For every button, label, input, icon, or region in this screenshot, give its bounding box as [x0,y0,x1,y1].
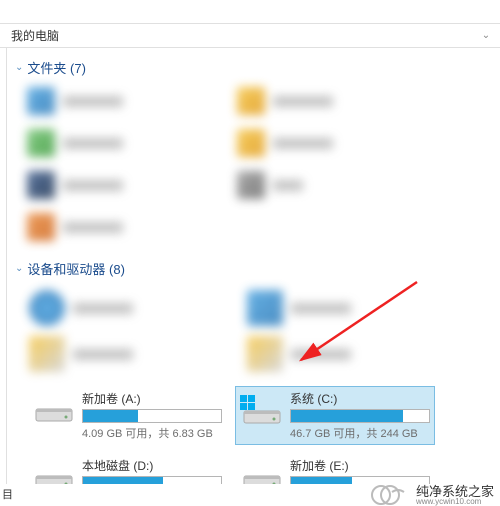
folders-grid [7,83,500,253]
drive-icon [32,390,76,430]
drive-name: 新加卷 (A:) [82,390,222,407]
main-content: ⌄ 文件夹 (7) ⌄ 设备和驱动器 (8) [6,48,500,484]
drive-icon [240,390,284,430]
watermark-logo-icon [370,484,410,506]
devices-grid: 新加卷 (A:) 4.09 GB 可用，共 6.83 GB [7,284,500,484]
section-folders-title: 文件夹 (7) [27,58,86,77]
bottom-marker: 目 [2,486,13,502]
drive-usage-bar [82,476,222,484]
drive-icon [32,457,76,484]
drive-usage-bar [290,409,430,423]
ribbon-tabs [0,0,500,24]
chevron-down-icon: ⌄ [15,62,23,73]
watermark: 纯净系统之家 www.ycwin10.com [364,484,500,506]
drive-free-text: 46.7 GB 可用，共 244 GB [290,425,430,441]
windows-logo-icon [240,395,255,410]
section-devices-header[interactable]: ⌄ 设备和驱动器 (8) [7,253,500,284]
drive-usage-bar [290,476,430,484]
section-devices-title: 设备和驱动器 (8) [27,259,125,278]
drive-grid: 新加卷 (A:) 4.09 GB 可用，共 6.83 GB [17,382,490,484]
section-folders-header[interactable]: ⌄ 文件夹 (7) [7,52,500,83]
drive-item-a[interactable]: 新加卷 (A:) 4.09 GB 可用，共 6.83 GB [27,386,227,445]
drive-usage-fill [291,410,403,422]
drive-name: 新加卷 (E:) [290,457,430,474]
drive-name: 系统 (C:) [290,390,430,407]
drive-usage-fill [83,477,163,484]
drive-icon [240,457,284,484]
chevron-down-icon: ⌄ [15,263,23,274]
drive-usage-bar [82,409,222,423]
drive-name: 本地磁盘 (D:) [82,457,222,474]
drive-usage-fill [83,410,138,422]
chevron-down-icon[interactable]: ⌄ [478,30,494,41]
drive-free-text: 4.09 GB 可用，共 6.83 GB [82,425,222,441]
breadcrumb-path[interactable]: 我的电脑 [6,24,478,47]
watermark-text: 纯净系统之家 www.ycwin10.com [416,485,494,506]
breadcrumb: 我的电脑 ⌄ [0,24,500,48]
drive-item-d[interactable]: 本地磁盘 (D:) 42.4 GB 可用，共 99.9 GB [27,453,227,484]
drive-item-c[interactable]: 系统 (C:) 46.7 GB 可用，共 244 GB [235,386,435,445]
drive-usage-fill [291,477,352,484]
drive-item-e[interactable]: 新加卷 (E:) 58.1 GB 可用，共 [235,453,435,484]
